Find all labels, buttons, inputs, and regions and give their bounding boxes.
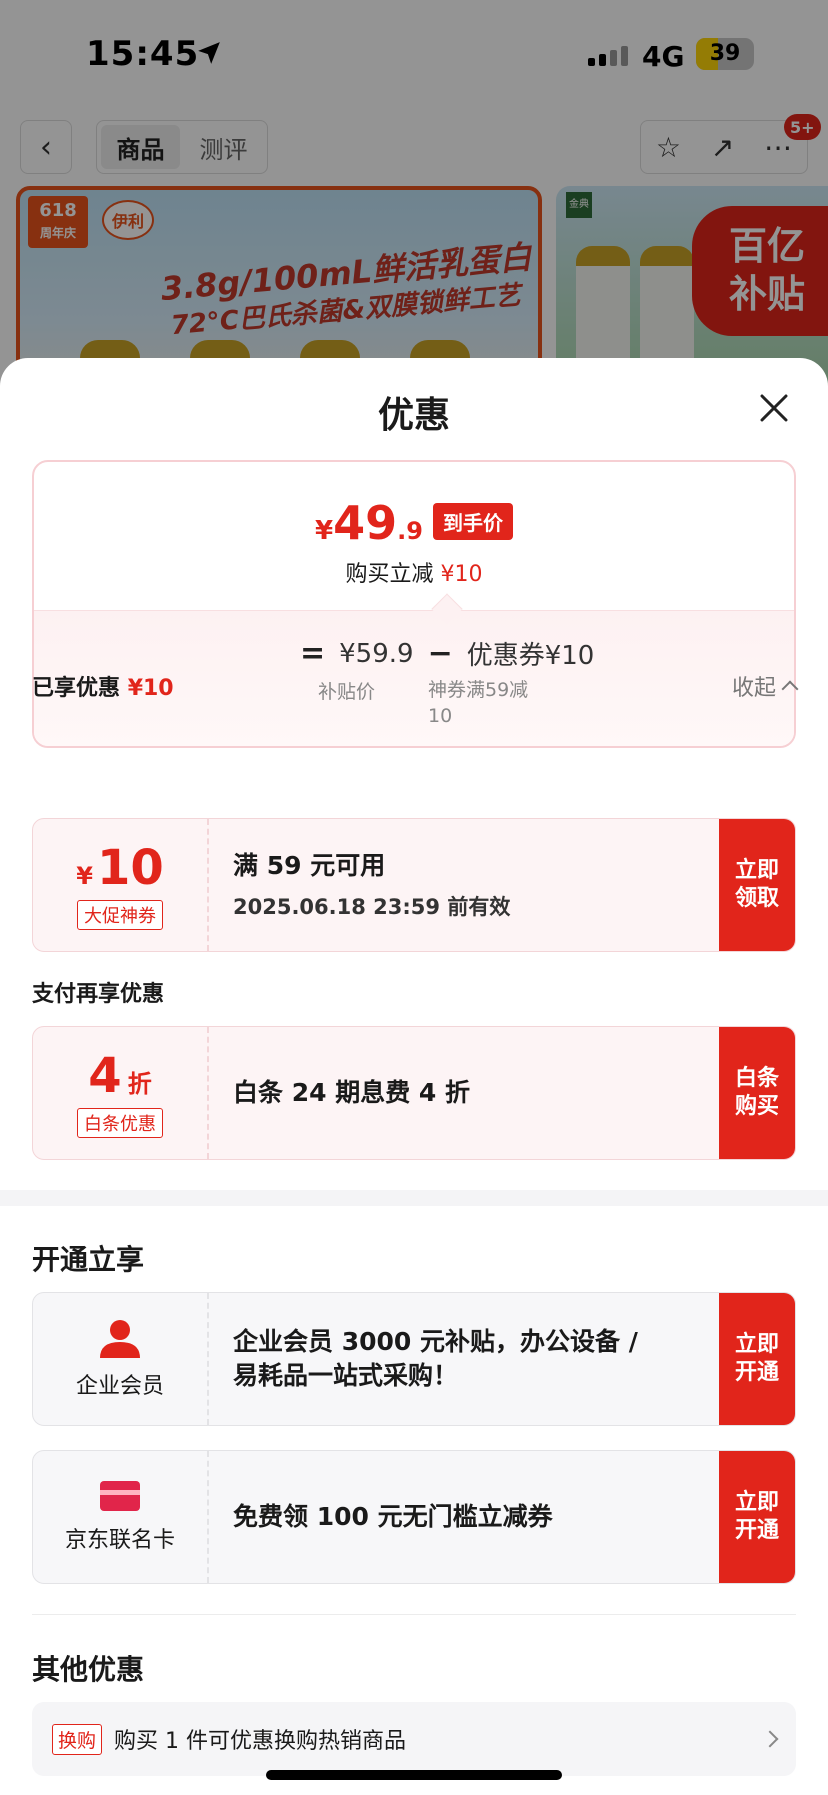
coupon-card-promo: ¥ 10 大促神券 满 59 元可用 2025.06.18 23:59 前有效 … [32,818,796,952]
open-section-title: 开通立享 [32,1243,145,1276]
subsidy-price: ¥59.9 [339,638,414,669]
collapse-label: 收起 [731,676,776,701]
coupon-condition: 白条 24 期息费 4 折 [233,1078,471,1107]
close-icon[interactable] [756,390,792,426]
reduction-value: ¥10 [440,562,483,587]
coupon-card-baitiao: 4 折 白条优惠 白条 24 期息费 4 折 白条购买 [32,1026,796,1160]
open-card-button[interactable]: 立即开通 [719,1451,795,1583]
enterprise-member-card: 企业会员 企业会员 3000 元补贴，办公设备 / 易耗品一站式采购！ 立即开通 [32,1292,796,1426]
enjoyed-discount-label: 已享优惠 ¥10 [32,670,174,702]
discount-value: 4 [88,1048,122,1104]
coupon-deduction-label: 神券满59减10 [428,679,529,727]
open-enterprise-button[interactable]: 立即开通 [719,1293,795,1425]
coupon-validity: 2025.06.18 23:59 前有效 [233,895,511,919]
collapse-button[interactable]: 收起 [731,670,799,702]
person-icon [100,1320,140,1358]
final-price-section: ¥ 49 .9 到手价 购买立减 ¥10 [34,462,794,610]
coupon-type-tag: 大促神券 [77,900,163,930]
divider [32,1614,796,1615]
trade-in-text: 购买 1 件可优惠换购热销商品 [114,1729,406,1754]
other-section-title: 其他优惠 [32,1653,145,1686]
trade-in-row[interactable]: 换购 购买 1 件可优惠换购热销商品 [32,1702,796,1776]
price-decimal: .9 [397,517,423,545]
coupon-value-block: ¥ 10 大促神券 [33,819,209,951]
trade-in-tag: 换购 [52,1723,103,1755]
coupon-type-tag: 白条优惠 [77,1108,163,1138]
price-integer: 49 [333,496,398,550]
discount-suffix: 折 [127,1070,152,1098]
pay-discount-label: 支付再享优惠 [32,982,165,1007]
final-price-tag: 到手价 [432,503,513,540]
member-name: 企业会员 [75,1374,164,1399]
enjoyed-value: ¥10 [127,676,174,701]
credit-card-icon [100,1481,140,1511]
coupon-deduction: 优惠券¥10 [466,641,595,671]
minus-sign: − [427,636,453,671]
reduction-label: 购买立减 [345,562,434,587]
member-benefit-text: 企业会员 3000 元补贴，办公设备 / 易耗品一站式采购！ [233,1327,638,1390]
sheet-title: 优惠 [377,395,450,436]
member-name: 京东联名卡 [64,1528,175,1553]
subsidy-price-label: 补贴价 [318,681,376,703]
coupon-details: 白条 24 期息费 4 折 [233,1027,643,1159]
modal-backdrop[interactable] [0,0,828,420]
member-benefit-text: 免费领 100 元无门槛立减券 [233,1502,553,1531]
final-price: ¥ 49 .9 [315,496,423,550]
instant-reduction: 购买立减 ¥10 [34,556,794,588]
final-price-card: ¥ 49 .9 到手价 购买立减 ¥10 = ¥59.9 − 优惠券¥10 补贴… [32,460,796,748]
coupon-condition: 满 59 元可用 [233,851,386,880]
enjoyed-label-text: 已享优惠 [32,676,121,701]
coupon-details: 满 59 元可用 2025.06.18 23:59 前有效 [233,819,643,951]
claim-coupon-button[interactable]: 立即领取 [719,819,795,951]
coupon-value: 10 [96,840,164,896]
member-icon-block: 京东联名卡 [33,1451,209,1583]
baitiao-buy-button[interactable]: 白条购买 [719,1027,795,1159]
chevron-up-icon [781,680,799,698]
currency-symbol: ¥ [315,516,334,546]
coupon-value-block: 4 折 白条优惠 [33,1027,209,1159]
home-indicator[interactable] [266,1770,562,1780]
member-icon-block: 企业会员 [33,1293,209,1425]
chevron-right-icon [761,1730,779,1748]
section-divider [0,1190,828,1206]
jd-cobrand-card: 京东联名卡 免费领 100 元无门槛立减券 立即开通 [32,1450,796,1584]
equals-sign: = [300,636,326,671]
coupon-currency: ¥ [76,862,93,890]
